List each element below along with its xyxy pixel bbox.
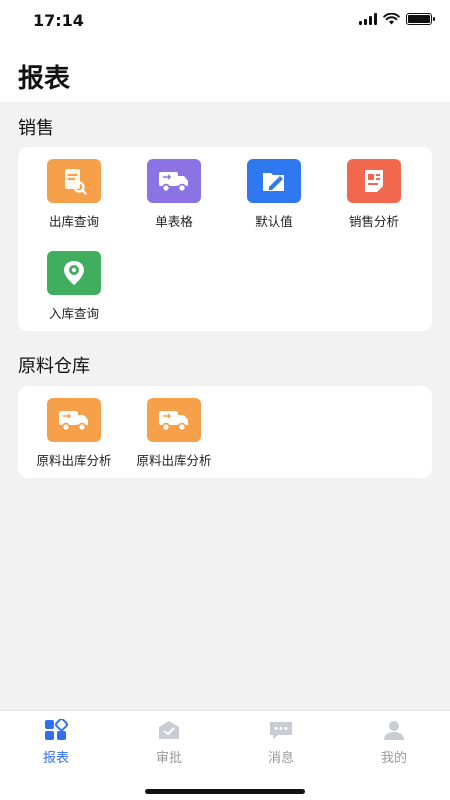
status-time: 17:14 [33,11,84,30]
battery-icon [406,13,435,25]
person-icon [384,721,404,740]
tab-label: 报表 [42,751,69,766]
document-search-icon [47,159,101,203]
location-pin-icon [47,251,101,295]
tile-raw-outbound-analysis-2[interactable]: 原料出库分析 [128,398,220,469]
tab-reports[interactable]: 报表 [16,717,96,766]
chat-icon [270,722,292,739]
section-title-raw-materials: 原料仓库 [18,356,90,377]
tab-label: 审批 [155,751,182,766]
tile-label: 默认值 [255,214,293,229]
tile-label: 原料出库分析 [36,453,112,468]
folder-edit-icon [247,159,301,203]
tile-inbound-query[interactable]: 入库查询 [28,251,120,322]
delivery-truck-icon [147,159,201,203]
tile-default-value[interactable]: 默认值 [228,159,320,230]
tile-label: 原料出库分析 [136,453,212,468]
report-sheet-icon [347,159,401,203]
status-bar: 17:14 [0,0,450,44]
tile-label: 单表格 [155,214,193,229]
home-indicator [145,789,305,794]
tile-single-table[interactable]: 单表格 [128,159,220,230]
battery-level [408,15,430,23]
tab-bar: 报表 审批 消息 我的 [0,710,450,800]
tab-approval[interactable]: 审批 [129,719,209,766]
tile-label: 出库查询 [48,214,99,229]
sales-card: 出库查询 单表格 默认值 销售分析 入库查询 [18,147,432,331]
tile-raw-outbound-analysis[interactable]: 原料出库分析 [28,398,120,469]
tab-label: 我的 [380,751,407,766]
cellular-signal-icon [359,13,377,25]
page-title: 报表 [18,64,71,94]
status-icons [359,13,435,25]
delivery-truck-icon [47,398,101,442]
raw-materials-card: 原料出库分析 原料出库分析 [18,386,432,478]
inbox-icon [159,721,179,739]
tile-label: 入库查询 [48,306,99,321]
tile-outbound-query[interactable]: 出库查询 [28,159,120,230]
tab-messages[interactable]: 消息 [241,719,321,766]
tab-label: 消息 [267,751,294,766]
tab-profile[interactable]: 我的 [354,719,434,766]
delivery-truck-icon [147,398,201,442]
section-title-sales: 销售 [18,118,54,139]
grid-icon [45,717,69,740]
tile-sales-analysis[interactable]: 销售分析 [328,159,420,230]
tile-label: 销售分析 [348,214,399,229]
wifi-icon [383,13,400,25]
header: 报表 [0,44,450,102]
